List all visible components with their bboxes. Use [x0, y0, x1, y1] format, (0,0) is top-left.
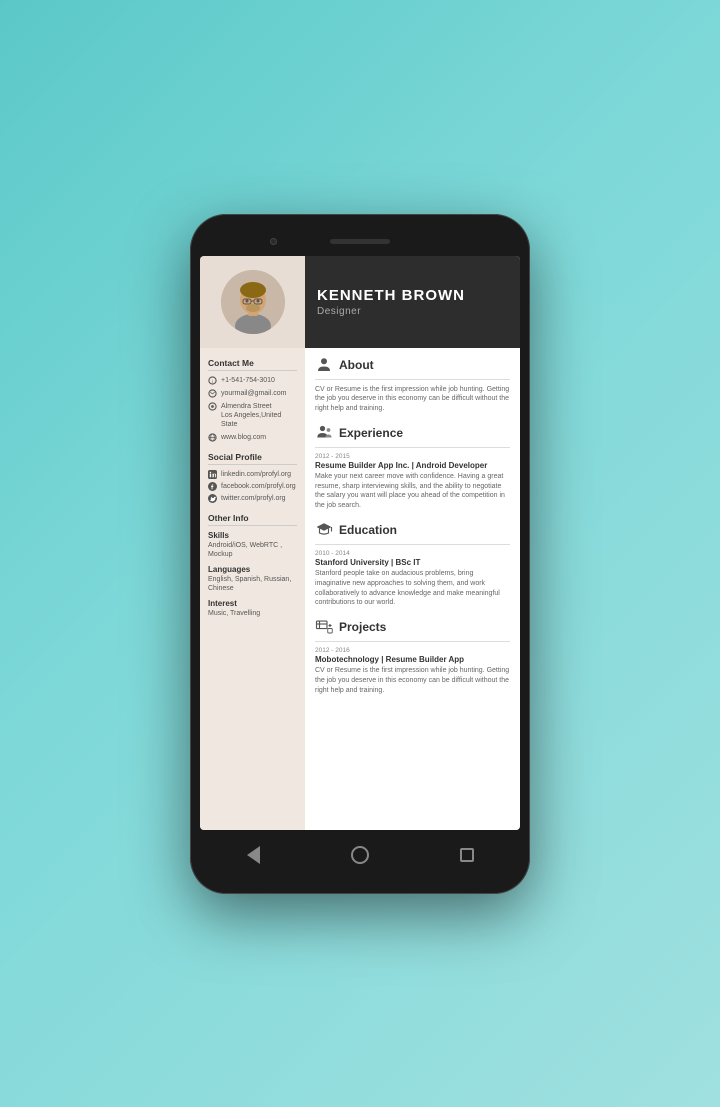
about-icon [315, 356, 333, 374]
projects-header: Projects [315, 618, 510, 636]
linkedin-text: linkedin.com/profyl.org [221, 471, 291, 478]
education-date: 2010 - 2014 [315, 550, 510, 557]
interest-title: Interest [208, 599, 297, 608]
phone-frame: KENNETH BROWN Designer Contact Me [190, 214, 530, 894]
experience-date: 2012 - 2015 [315, 453, 510, 460]
contact-address: Almendra Street Los Angeles,United State [208, 402, 297, 429]
experience-entry-title: Resume Builder App Inc. | Android Develo… [315, 461, 510, 470]
social-section-title: Social Profile [208, 452, 297, 465]
phone-nav-bar [200, 830, 520, 880]
about-header: About [315, 356, 510, 374]
contact-section-title: Contact Me [208, 358, 297, 371]
avatar [221, 270, 285, 334]
about-text: CV or Resume is the first impression whi… [315, 385, 510, 414]
phone-text: +1-541-754-3010 [221, 376, 275, 385]
social-twitter: twitter.com/profyl.org [208, 494, 297, 503]
projects-text: CV or Resume is the first impression whi… [315, 666, 510, 695]
contact-section: Contact Me i +1-541-754-3010 [208, 358, 297, 443]
website-text: www.blog.com [221, 433, 266, 442]
resume-sidebar: Contact Me i +1-541-754-3010 [200, 348, 305, 830]
social-section: Social Profile linkedin.com/profyl.org [208, 452, 297, 503]
projects-entry-title: Mobotechnology | Resume Builder App [315, 655, 510, 664]
education-divider [315, 544, 510, 545]
projects-icon [315, 618, 333, 636]
nav-home-button[interactable] [349, 844, 371, 866]
twitter-text: twitter.com/profyl.org [221, 495, 286, 502]
email-text: yourmail@gmail.com [221, 389, 286, 398]
linkedin-icon [208, 470, 217, 479]
social-linkedin: linkedin.com/profyl.org [208, 470, 297, 479]
education-section: Education 2010 - 2014 Stanford Universit… [315, 521, 510, 608]
back-icon [247, 846, 260, 864]
education-section-title: Education [339, 523, 397, 537]
projects-date: 2012 - 2016 [315, 647, 510, 654]
website-icon [208, 433, 217, 442]
interest-subsection: Interest Music, Travelling [208, 599, 297, 618]
person-name: KENNETH BROWN [317, 287, 508, 304]
about-divider [315, 379, 510, 380]
nav-recents-button[interactable] [456, 844, 478, 866]
projects-section: Projects 2012 - 2016 Mobotechnology | Re… [315, 618, 510, 695]
facebook-text: facebook.com/profyl.org [221, 483, 296, 490]
social-facebook: facebook.com/profyl.org [208, 482, 297, 491]
svg-text:i: i [212, 378, 213, 383]
resume-header: KENNETH BROWN Designer [200, 256, 520, 348]
about-section: About CV or Resume is the first impressi… [315, 356, 510, 414]
contact-website: www.blog.com [208, 433, 297, 442]
projects-section-title: Projects [339, 620, 386, 634]
education-text: Stanford people take on audacious proble… [315, 569, 510, 608]
languages-subsection: Languages English, Spanish, Russian, Chi… [208, 565, 297, 593]
other-info-section: Other Info Skills Android/iOS, WebRTC , … [208, 513, 297, 618]
resume-container: KENNETH BROWN Designer Contact Me [200, 256, 520, 830]
header-left-panel [200, 256, 305, 348]
about-section-title: About [339, 358, 374, 372]
experience-section: Experience 2012 - 2015 Resume Builder Ap… [315, 424, 510, 511]
contact-email: yourmail@gmail.com [208, 389, 297, 398]
email-icon [208, 389, 217, 398]
header-right-panel: KENNETH BROWN Designer [305, 256, 520, 348]
twitter-icon [208, 494, 217, 503]
skills-title: Skills [208, 531, 297, 540]
education-icon [315, 521, 333, 539]
experience-divider [315, 447, 510, 448]
main-content: About CV or Resume is the first impressi… [305, 348, 520, 830]
phone-camera [270, 238, 277, 245]
recents-icon [460, 848, 474, 862]
person-title: Designer [317, 306, 508, 317]
facebook-icon [208, 482, 217, 491]
experience-icon [315, 424, 333, 442]
home-icon [351, 846, 369, 864]
phone-icon: i [208, 376, 217, 385]
experience-section-title: Experience [339, 426, 403, 440]
projects-divider [315, 641, 510, 642]
contact-phone: i +1-541-754-3010 [208, 376, 297, 385]
phone-speaker [330, 239, 390, 244]
education-entry-title: Stanford University | BSc IT [315, 558, 510, 567]
phone-screen: KENNETH BROWN Designer Contact Me [200, 256, 520, 830]
avatar-image [221, 270, 285, 334]
phone-top-bar [200, 228, 520, 256]
resume-body: Contact Me i +1-541-754-3010 [200, 348, 520, 830]
education-header: Education [315, 521, 510, 539]
skills-text: Android/iOS, WebRTC , Mockup [208, 541, 297, 559]
interest-text: Music, Travelling [208, 609, 297, 618]
skills-subsection: Skills Android/iOS, WebRTC , Mockup [208, 531, 297, 559]
experience-text: Make your next career move with confiden… [315, 472, 510, 511]
address-icon [208, 402, 217, 411]
address-text: Almendra Street Los Angeles,United State [221, 402, 297, 429]
languages-title: Languages [208, 565, 297, 574]
nav-back-button[interactable] [242, 844, 264, 866]
experience-header: Experience [315, 424, 510, 442]
languages-text: English, Spanish, Russian, Chinese [208, 575, 297, 593]
other-info-title: Other Info [208, 513, 297, 526]
